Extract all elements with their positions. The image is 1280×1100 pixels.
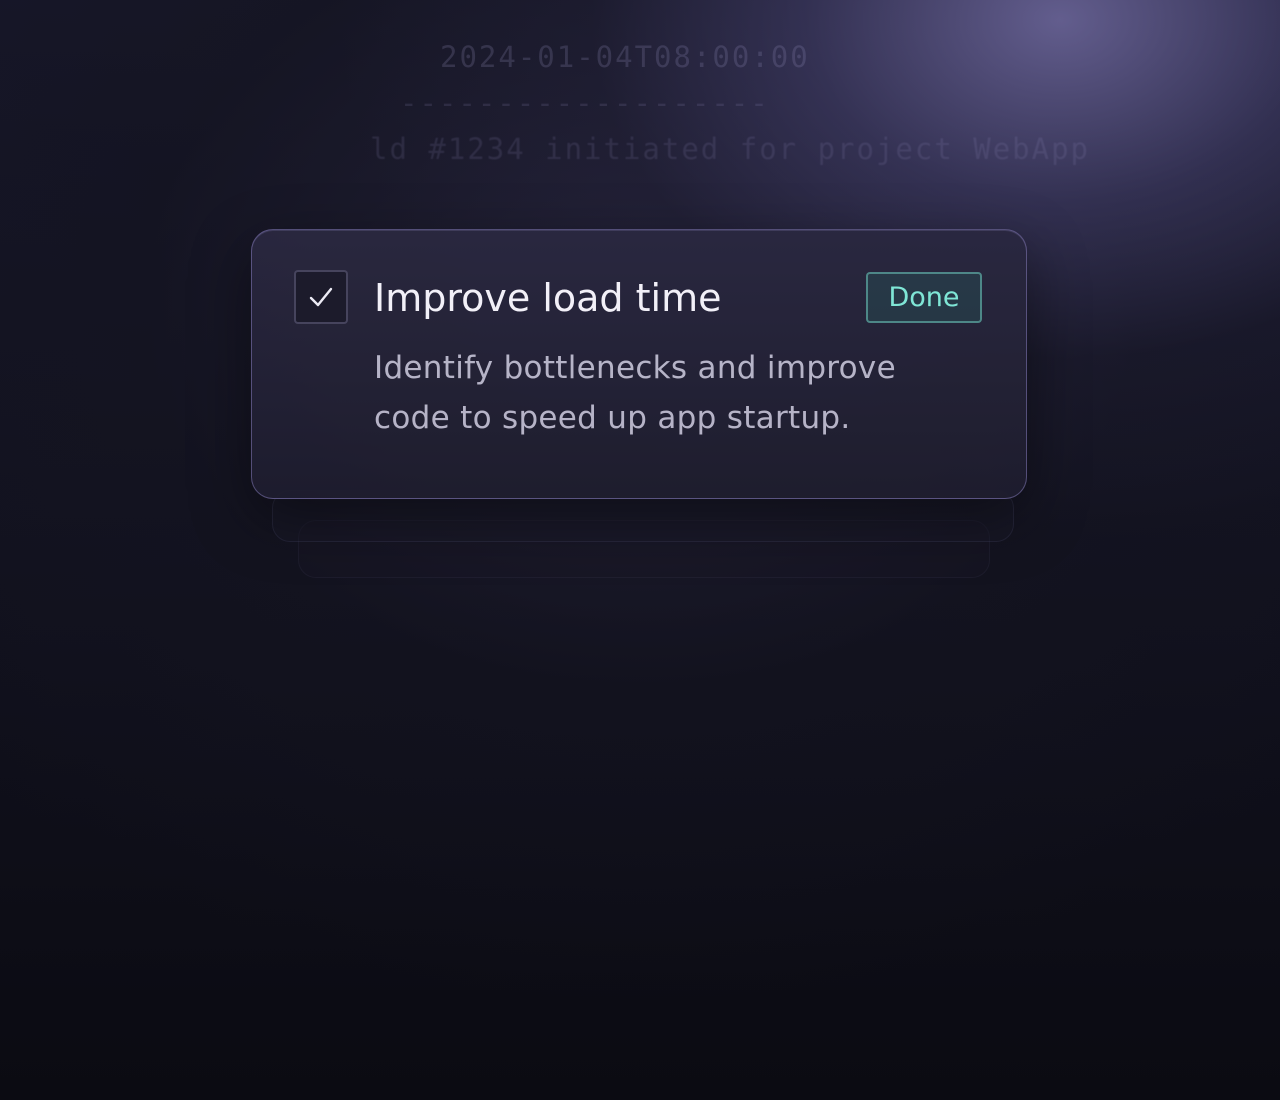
checkmark-icon (309, 287, 333, 307)
app-background: 2024-01-04T08:00:00 ------------------- … (0, 0, 1280, 1100)
background-log: 2024-01-04T08:00:00 ------------------- … (0, 0, 1280, 260)
task-checkbox[interactable] (294, 270, 348, 324)
done-status-button[interactable]: Done (866, 272, 982, 323)
task-card: Improve load time Done Identify bottlene… (251, 229, 1027, 499)
log-timestamp: 2024-01-04T08:00:00 (440, 40, 810, 74)
log-message: ld #1234 initiated for project WebApp (370, 132, 1091, 166)
log-separator: ------------------- (400, 86, 770, 120)
task-title: Improve load time (374, 276, 722, 320)
task-description: Identify bottlenecks and improve code to… (374, 350, 896, 436)
